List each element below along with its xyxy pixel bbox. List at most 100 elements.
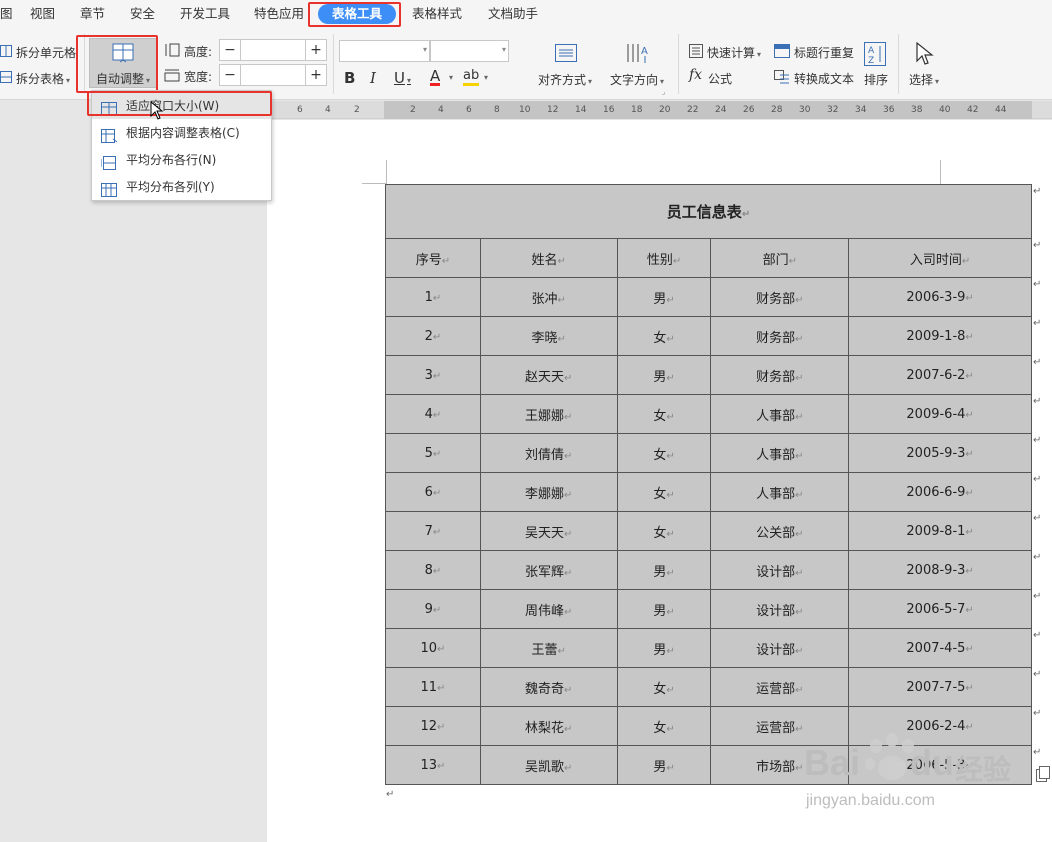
cell-department[interactable]: 公关部↵ — [710, 511, 850, 551]
cell-hire-date[interactable]: 2009-1-8↵ — [848, 316, 1032, 356]
cell-gender[interactable]: 女↵ — [616, 511, 712, 551]
font-size-select[interactable]: ▾ — [430, 40, 509, 62]
cell-hire-date[interactable]: 2005-9-3↵ — [848, 433, 1032, 473]
width-stepper[interactable]: − + — [219, 64, 327, 86]
cell-name[interactable]: 张军辉↵ — [479, 550, 618, 590]
menu-item-distribute-columns[interactable]: 平均分布各列(Y) — [92, 174, 271, 200]
cell-index[interactable]: 2↵ — [385, 316, 481, 356]
table-header-cell[interactable]: 性别↵ — [616, 238, 712, 278]
table-header-cell[interactable]: 入司时间↵ — [848, 238, 1032, 278]
bold-button[interactable]: B — [344, 68, 355, 88]
cell-index[interactable]: 8↵ — [385, 550, 481, 590]
quick-calc-button[interactable]: 快速计算 ▾ — [707, 44, 761, 61]
auto-fit-button[interactable]: 自动调整 ▾ — [89, 38, 157, 88]
cell-department[interactable]: 人事部↵ — [710, 394, 850, 434]
cell-gender[interactable]: 男↵ — [616, 589, 712, 629]
height-increase-button[interactable]: + — [306, 40, 326, 60]
cell-hire-date[interactable]: 2006-5-7↵ — [848, 589, 1032, 629]
align-button[interactable]: 对齐方式 ▾ — [538, 71, 592, 88]
split-table-button[interactable]: 拆分表格 ▾ — [16, 70, 70, 87]
cell-department[interactable]: 人事部↵ — [710, 433, 850, 473]
cell-department[interactable]: 财务部↵ — [710, 316, 850, 356]
tab-security[interactable]: 安全 — [130, 0, 155, 28]
table-header-cell[interactable]: 部门↵ — [710, 238, 850, 278]
menu-item-fit-window[interactable]: 适应窗口大小(W) — [92, 93, 271, 119]
tab-special[interactable]: 特色应用 — [254, 0, 304, 28]
cell-name[interactable]: 王娜娜↵ — [479, 394, 618, 434]
tab-table-style[interactable]: 表格样式 — [412, 0, 462, 28]
cell-gender[interactable]: 女↵ — [616, 706, 712, 746]
cell-gender[interactable]: 女↵ — [616, 394, 712, 434]
cell-department[interactable]: 财务部↵ — [710, 277, 850, 317]
table-title[interactable]: 员工信息表↵ — [385, 184, 1032, 239]
cell-gender[interactable]: 女↵ — [616, 316, 712, 356]
cell-name[interactable]: 李娜娜↵ — [479, 472, 618, 512]
cell-gender[interactable]: 男↵ — [616, 550, 712, 590]
height-decrease-button[interactable]: − — [220, 40, 240, 60]
cell-index[interactable]: 13↵ — [385, 745, 481, 785]
cell-department[interactable]: 财务部↵ — [710, 355, 850, 395]
tab-table-tools[interactable]: 表格工具 — [318, 4, 397, 24]
font-color-dropdown-icon[interactable]: ▾ — [449, 73, 453, 82]
tab-partial[interactable]: 图 — [0, 0, 13, 28]
cell-gender[interactable]: 男↵ — [616, 628, 712, 668]
cell-hire-date[interactable]: 2007-7-5↵ — [848, 667, 1032, 707]
table-header-cell[interactable]: 姓名↵ — [479, 238, 618, 278]
italic-button[interactable]: I — [370, 68, 376, 88]
width-increase-button[interactable]: + — [306, 65, 326, 85]
cell-index[interactable]: 7↵ — [385, 511, 481, 551]
cell-name[interactable]: 刘倩倩↵ — [479, 433, 618, 473]
cell-index[interactable]: 12↵ — [385, 706, 481, 746]
tab-view[interactable]: 视图 — [30, 0, 55, 28]
repeat-header-button[interactable]: 标题行重复 — [794, 44, 854, 61]
tab-chapter[interactable]: 章节 — [80, 0, 105, 28]
cell-gender[interactable]: 男↵ — [616, 355, 712, 395]
width-decrease-button[interactable]: − — [220, 65, 240, 85]
employee-table[interactable]: 员工信息表↵ 序号↵ 姓名↵ 性别↵ 部门↵ 入司时间↵ 1↵ 张冲↵ 男↵ 财务部↵… — [385, 184, 1032, 785]
table-header-cell[interactable]: 序号↵ — [385, 238, 481, 278]
group-launcher-icon[interactable]: ⌟ — [662, 88, 665, 96]
formula-button[interactable]: 公式 — [708, 70, 732, 87]
height-stepper[interactable]: − + — [219, 39, 327, 61]
cell-name[interactable]: 周伟峰↵ — [479, 589, 618, 629]
font-color-button[interactable]: A — [430, 66, 441, 86]
highlight-dropdown-icon[interactable]: ▾ — [484, 73, 488, 82]
menu-item-distribute-rows[interactable]: 平均分布各行(N) — [92, 147, 271, 173]
cell-hire-date[interactable]: 2006-3-9↵ — [848, 277, 1032, 317]
cell-name[interactable]: 林梨花↵ — [479, 706, 618, 746]
cell-name[interactable]: 王蕾↵ — [479, 628, 618, 668]
cell-department[interactable]: 设计部↵ — [710, 550, 850, 590]
cell-index[interactable]: 5↵ — [385, 433, 481, 473]
cell-hire-date[interactable]: 2009-8-1↵ — [848, 511, 1032, 551]
cell-hire-date[interactable]: 2008-9-3↵ — [848, 550, 1032, 590]
cell-index[interactable]: 11↵ — [385, 667, 481, 707]
cell-name[interactable]: 吴天天↵ — [479, 511, 618, 551]
cell-index[interactable]: 9↵ — [385, 589, 481, 629]
cell-index[interactable]: 1↵ — [385, 277, 481, 317]
cell-name[interactable]: 李晓↵ — [479, 316, 618, 356]
cell-department[interactable]: 人事部↵ — [710, 472, 850, 512]
cell-department[interactable]: 设计部↵ — [710, 628, 850, 668]
convert-to-text-button[interactable]: 转换成文本 — [794, 70, 854, 87]
cell-index[interactable]: 6↵ — [385, 472, 481, 512]
sort-button[interactable]: 排序 — [864, 71, 888, 88]
cell-index[interactable]: 4↵ — [385, 394, 481, 434]
split-cell-button[interactable]: 拆分单元格 — [16, 44, 76, 61]
cell-gender[interactable]: 男↵ — [616, 745, 712, 785]
cell-gender[interactable]: 女↵ — [616, 667, 712, 707]
cell-name[interactable]: 魏奇奇↵ — [479, 667, 618, 707]
cell-hire-date[interactable]: 2006-6-9↵ — [848, 472, 1032, 512]
cell-hire-date[interactable]: 2007-4-5↵ — [848, 628, 1032, 668]
cell-name[interactable]: 张冲↵ — [479, 277, 618, 317]
cell-name[interactable]: 吴凯歌↵ — [479, 745, 618, 785]
select-button[interactable]: 选择 ▾ — [909, 71, 939, 88]
tab-developer[interactable]: 开发工具 — [180, 0, 230, 28]
font-name-select[interactable]: ▾ — [339, 40, 430, 62]
table-options-icon[interactable] — [1036, 766, 1050, 785]
cell-department[interactable]: 设计部↵ — [710, 589, 850, 629]
highlight-button[interactable]: ab — [463, 66, 480, 86]
cell-name[interactable]: 赵天天↵ — [479, 355, 618, 395]
cell-index[interactable]: 3↵ — [385, 355, 481, 395]
cell-hire-date[interactable]: 2009-6-4↵ — [848, 394, 1032, 434]
cell-department[interactable]: 运营部↵ — [710, 667, 850, 707]
